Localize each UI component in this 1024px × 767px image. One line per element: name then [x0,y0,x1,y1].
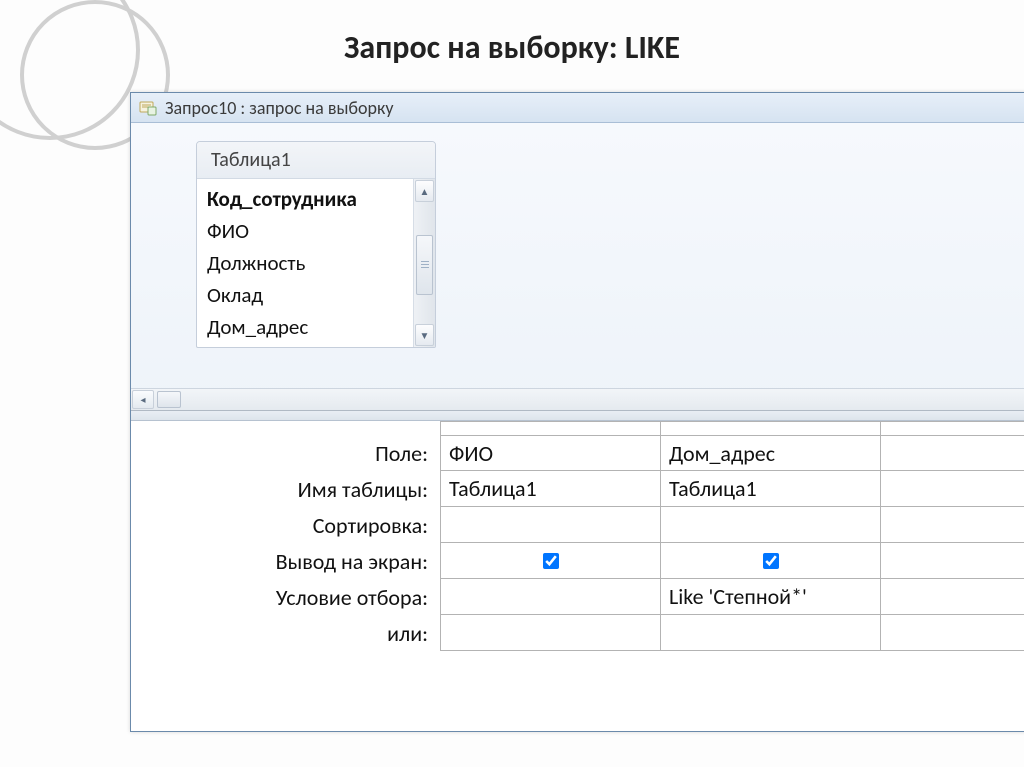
scroll-track[interactable] [416,203,433,323]
grid-cell-sort[interactable] [441,507,661,543]
query-design-grid: Поле: ФИО Дом_адрес Имя таблицы: Таблица… [131,421,1024,651]
table-box-title: Таблица1 [197,142,435,179]
row-label-table: Имя таблицы: [131,471,441,507]
access-query-window: Запрос10 : запрос на выборку Таблица1 Ко… [130,92,1024,732]
scroll-left-button[interactable]: ◂ [132,390,154,409]
grid-cell-table[interactable]: Таблица1 [441,471,661,507]
table-source-box[interactable]: Таблица1 Код_сотрудника ФИО Должность Ок… [196,141,436,348]
field-item[interactable]: Должность [197,247,413,279]
scroll-up-button[interactable]: ▲ [415,180,434,202]
tables-pane: Таблица1 Код_сотрудника ФИО Должность Ок… [131,123,1024,411]
upper-horizontal-scrollbar[interactable]: ◂ [131,388,1024,410]
field-item[interactable]: Код_сотрудника [197,183,413,215]
grid-cell-field[interactable]: ФИО [441,435,661,471]
grid-cell-show[interactable] [661,543,881,579]
grid-cell-field[interactable]: Дом_адрес [661,435,881,471]
pane-splitter[interactable] [131,411,1024,421]
grid-cell-or[interactable] [441,615,661,651]
grid-cell-sort[interactable] [661,507,881,543]
grid-cell-table[interactable]: Таблица1 [661,471,881,507]
grid-cell-or[interactable] [661,615,881,651]
row-label-sort: Сортировка: [131,507,441,543]
scroll-down-button[interactable]: ▼ [415,324,434,346]
field-list-scrollbar[interactable]: ▲ ▼ [413,179,435,347]
row-label-criteria: Условие отбора: [131,579,441,615]
show-checkbox[interactable] [543,553,559,569]
grid-cell-show[interactable] [441,543,661,579]
grid-cell-empty[interactable] [881,615,1024,651]
row-label-field: Поле: [131,435,441,471]
field-item[interactable]: Оклад [197,279,413,311]
grid-cell-empty[interactable] [881,543,1024,579]
field-item[interactable]: ФИО [197,215,413,247]
hscroll-track[interactable] [155,389,1024,410]
scroll-thumb[interactable] [416,235,433,295]
hscroll-thumb[interactable] [157,391,181,408]
window-titlebar[interactable]: Запрос10 : запрос на выборку [131,93,1024,123]
row-label-or: или: [131,615,441,651]
row-label-show: Вывод на экран: [131,543,441,579]
grid-cell-empty[interactable] [881,435,1024,471]
slide-title: Запрос на выборку: LIKE [0,0,1024,83]
grid-cell-empty[interactable] [881,579,1024,615]
field-list[interactable]: Код_сотрудника ФИО Должность Оклад Дом_а… [197,179,413,347]
grid-cell-criteria[interactable] [441,579,661,615]
field-item[interactable]: Дом_адрес [197,311,413,343]
query-icon [139,99,157,117]
grid-cell-criteria[interactable]: Like 'Степной*' [661,579,881,615]
grid-cell-empty[interactable] [881,507,1024,543]
show-checkbox[interactable] [763,553,779,569]
window-title-text: Запрос10 : запрос на выборку [165,97,393,119]
grid-cell-empty[interactable] [881,471,1024,507]
